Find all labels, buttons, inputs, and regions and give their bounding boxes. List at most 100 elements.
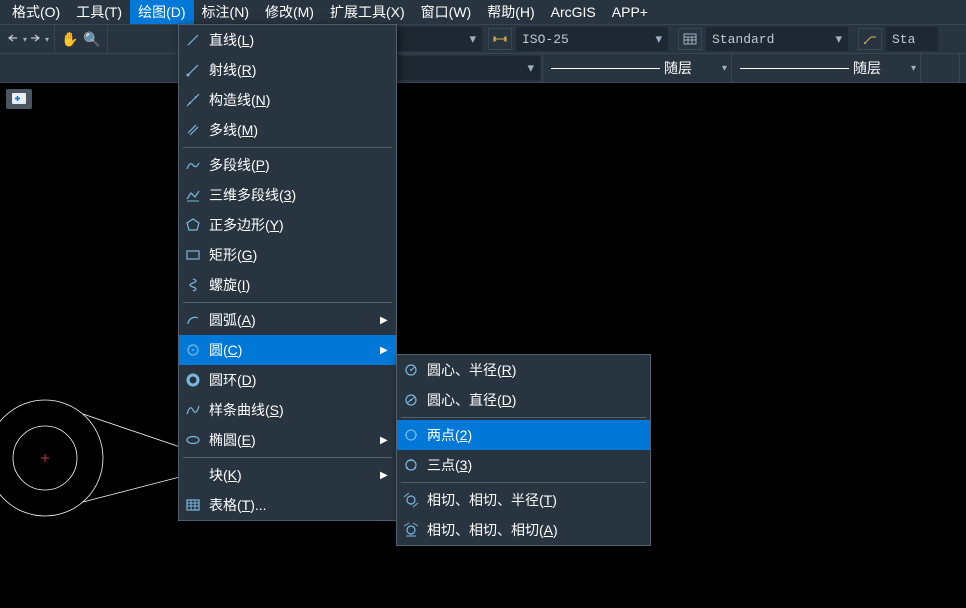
menu-arcgis[interactable]: ArcGIS [543, 2, 604, 22]
menu-item-label: 直线(L) [207, 30, 396, 50]
draw-menu-item-1[interactable]: 射线(R) [179, 55, 396, 85]
circle-menu-item-7[interactable]: 相切、相切、相切(A) [397, 515, 650, 545]
ray-icon [179, 62, 207, 78]
menu-format[interactable]: 格式(O) [4, 0, 68, 24]
pan-icon[interactable]: ✋ [61, 30, 79, 48]
menu-item-label: 正多边形(Y) [207, 215, 396, 235]
menu-item-label: 构造线(N) [207, 90, 396, 110]
polygon-icon [179, 217, 207, 233]
menu-help[interactable]: 帮助(H) [479, 0, 542, 24]
layer-label: 随层 [853, 58, 881, 78]
submenu-arrow-icon: ▶ [380, 315, 396, 326]
circle-menu-item-1[interactable]: 圆心、直径(D) [397, 385, 650, 415]
c5-icon [397, 492, 425, 508]
menu-tools[interactable]: 工具(T) [68, 0, 130, 24]
menu-item-label: 圆弧(A) [207, 310, 380, 330]
menu-item-label: 矩形(G) [207, 245, 396, 265]
c6-icon [397, 522, 425, 538]
line-icon [179, 32, 207, 48]
menu-item-label: 圆心、半径(R) [425, 360, 650, 380]
3dpoly-icon [179, 187, 207, 203]
menu-item-label: 圆(C) [207, 340, 380, 360]
mline-icon [179, 122, 207, 138]
circle-submenu: 圆心、半径(R) 圆心、直径(D) 两点(2) 三点(3) 相切、相切、半径(T) 相切、… [396, 354, 651, 546]
draw-menu-item-8[interactable]: 矩形(G) [179, 240, 396, 270]
menu-modify[interactable]: 修改(M) [257, 0, 322, 24]
draw-menu-item-6[interactable]: 三维多段线(3) [179, 180, 396, 210]
undo-icon[interactable]: ▾ [8, 30, 26, 48]
submenu-arrow-icon: ▶ [380, 470, 396, 481]
redo-icon[interactable]: ▾ [30, 30, 48, 48]
spline-icon [179, 402, 207, 418]
layer-line-icon [551, 68, 660, 69]
helix-icon [179, 277, 207, 293]
menu-item-label: 相切、相切、半径(T) [425, 490, 650, 510]
menubar: 格式(O) 工具(T) 绘图(D) 标注(N) 修改(M) 扩展工具(X) 窗口… [0, 0, 966, 25]
combo-value: Standard [712, 32, 774, 47]
menu-item-label: 螺旋(I) [207, 275, 396, 295]
menu-item-label: 椭圆(E) [207, 430, 380, 450]
pline-icon [179, 157, 207, 173]
menu-item-label: 多段线(P) [207, 155, 396, 175]
table-style-icon[interactable] [678, 28, 702, 50]
menu-item-label: 两点(2) [425, 425, 650, 445]
layer-combo-1[interactable]: ▾ [398, 56, 540, 80]
draw-menu-item-7[interactable]: 正多边形(Y) [179, 210, 396, 240]
menu-app[interactable]: APP+ [604, 2, 656, 22]
table-icon [179, 497, 207, 513]
mleader-icon[interactable] [858, 28, 882, 50]
new-tab-button[interactable] [6, 89, 32, 109]
draw-menu-item-18[interactable]: 表格(T)... [179, 490, 396, 520]
menu-window[interactable]: 窗口(W) [413, 0, 480, 24]
draw-menu-item-14[interactable]: 样条曲线(S) [179, 395, 396, 425]
submenu-arrow-icon: ▶ [380, 345, 396, 356]
c2-icon [397, 392, 425, 408]
menu-item-label: 三维多段线(3) [207, 185, 396, 205]
draw-menu-item-15[interactable]: 椭圆(E)▶ [179, 425, 396, 455]
draw-menu-item-2[interactable]: 构造线(N) [179, 85, 396, 115]
toolbar-row-1: ▾ ▾ ✋ 🔍 andard▾ ISO-25▾ Standard▾ Sta [0, 25, 966, 54]
c1-icon [397, 362, 425, 378]
draw-menu-item-12[interactable]: 圆(C)▶ [179, 335, 396, 365]
menu-draw[interactable]: 绘图(D) [130, 0, 193, 24]
dim-icon[interactable] [488, 28, 512, 50]
draw-menu-item-9[interactable]: 螺旋(I) [179, 270, 396, 300]
menu-item-label: 射线(R) [207, 60, 396, 80]
style-combo-4[interactable]: Sta [886, 27, 938, 51]
menu-item-label: 三点(3) [425, 455, 650, 475]
draw-menu-item-17[interactable]: 块(K)▶ [179, 460, 396, 490]
c3-icon [397, 427, 425, 443]
draw-menu-item-11[interactable]: 圆弧(A)▶ [179, 305, 396, 335]
draw-menu-item-3[interactable]: 多线(M) [179, 115, 396, 145]
menu-item-label: 块(K) [207, 465, 380, 485]
menu-annotate[interactable]: 标注(N) [194, 0, 257, 24]
circle-menu-item-0[interactable]: 圆心、半径(R) [397, 355, 650, 385]
submenu-arrow-icon: ▶ [380, 435, 396, 446]
ellipse-icon [179, 432, 207, 448]
circle-menu-item-6[interactable]: 相切、相切、半径(T) [397, 485, 650, 515]
combo-value: Sta [892, 32, 915, 47]
draw-menu-item-0[interactable]: 直线(L) [179, 25, 396, 55]
menu-item-label: 样条曲线(S) [207, 400, 396, 420]
menu-item-label: 圆环(D) [207, 370, 396, 390]
menu-item-label: 圆心、直径(D) [425, 390, 650, 410]
donut-icon [179, 372, 207, 388]
draw-menu-item-13[interactable]: 圆环(D) [179, 365, 396, 395]
toolbar-row-2: ▾ 随层 ▾ 随层 ▾ [0, 54, 966, 83]
style-combo-3[interactable]: Standard▾ [706, 27, 848, 51]
layer-line-icon [740, 68, 849, 69]
menu-extend[interactable]: 扩展工具(X) [322, 0, 413, 24]
draw-dropdown-menu: 直线(L) 射线(R) 构造线(N) 多线(M) 多段线(P) 三维多段线(3) 正多边形(… [178, 24, 397, 521]
draw-menu-item-5[interactable]: 多段线(P) [179, 150, 396, 180]
circle-menu-item-3[interactable]: 两点(2) [397, 420, 650, 450]
menu-item-label: 表格(T)... [207, 495, 396, 515]
zoom-icon[interactable]: 🔍 [83, 30, 101, 48]
arc-icon [179, 312, 207, 328]
xline-icon [179, 92, 207, 108]
rect-icon [179, 247, 207, 263]
layer-label: 随层 [664, 58, 692, 78]
circle-icon [179, 342, 207, 358]
style-combo-2[interactable]: ISO-25▾ [516, 27, 668, 51]
menu-item-label: 相切、相切、相切(A) [425, 520, 650, 540]
circle-menu-item-4[interactable]: 三点(3) [397, 450, 650, 480]
